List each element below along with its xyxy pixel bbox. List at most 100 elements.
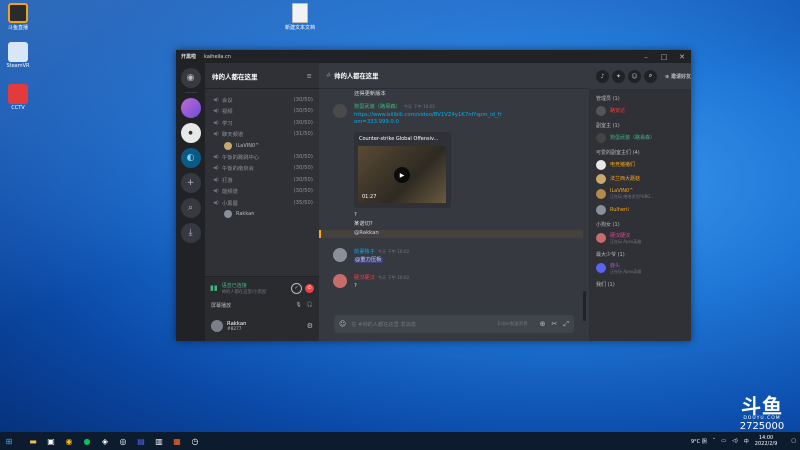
file-explorer-icon[interactable]: ▬ bbox=[24, 432, 42, 450]
expand-icon[interactable]: ⤢ bbox=[563, 320, 569, 329]
cctv-app-icon bbox=[8, 84, 28, 104]
menu-icon[interactable]: ≡ bbox=[307, 72, 312, 80]
chevron-up-icon[interactable]: ˄ bbox=[713, 438, 716, 444]
channel-name: 午饭的跳跳中心 bbox=[222, 154, 260, 161]
add-icon[interactable]: ⊕ bbox=[540, 320, 546, 328]
add-server-icon[interactable]: + bbox=[180, 173, 201, 193]
member-name: 狗蛋武装（路易森） bbox=[610, 135, 656, 141]
member-item[interactable]: 路安达 bbox=[589, 105, 691, 116]
steam-icon[interactable]: ◎ bbox=[114, 432, 132, 450]
server-icon[interactable]: ● bbox=[180, 123, 201, 143]
pin-icon[interactable]: ✦ bbox=[612, 69, 626, 83]
app-icon[interactable]: ▥ bbox=[150, 432, 168, 450]
channel-count: (30/50) bbox=[293, 176, 313, 183]
weather-text[interactable]: 9°C 阴 bbox=[691, 438, 707, 445]
channel-item[interactable]: ◀) 打游 (30/50) bbox=[205, 174, 319, 186]
avatar[interactable] bbox=[333, 274, 347, 288]
channel-item[interactable]: ◀) 会议 (30/50) bbox=[205, 94, 319, 106]
clock-app-icon[interactable]: ◷ bbox=[186, 432, 204, 450]
message-author[interactable]: 硬汉硬汉 bbox=[354, 275, 375, 281]
mention[interactable]: @重力压板 bbox=[354, 256, 383, 263]
mic-icon[interactable]: 🎙 bbox=[295, 302, 301, 308]
video-thumbnail[interactable]: ▶ 01:27 bbox=[358, 146, 446, 203]
douyu-taskbar-icon[interactable]: ▦ bbox=[168, 432, 186, 450]
invite-button[interactable]: ⊕ 邀请好友 bbox=[665, 73, 691, 80]
avatar[interactable] bbox=[333, 248, 347, 262]
member-item[interactable]: 鹿头 正在玩 Apex英雄 bbox=[589, 261, 691, 275]
desktop-icon-steamvr[interactable]: SteamVR bbox=[3, 42, 33, 69]
channel-name: 会议 bbox=[222, 97, 233, 104]
channel-item[interactable]: ◀) 聊天频道 (31/50) bbox=[205, 129, 319, 141]
channel-name: 小黑屋 bbox=[222, 200, 238, 207]
message-composer[interactable]: ☺ 在 #帅的人都在这里 发消息 Enter发送消息 ⊕ ✂ ⤢ bbox=[334, 315, 574, 333]
minimize-icon[interactable]: – bbox=[637, 53, 655, 61]
desktop-icon-douyu[interactable]: 斗鱼直播 bbox=[3, 3, 33, 31]
start-icon[interactable]: ⊞ bbox=[0, 432, 18, 450]
member-item[interactable]: 电竞猪猪们 bbox=[589, 159, 691, 170]
voice-detail: 帅的人都在这里/小黑屋 bbox=[221, 289, 267, 295]
avatar[interactable] bbox=[211, 320, 223, 332]
language-indicator[interactable]: 中 bbox=[744, 438, 749, 445]
member-item[interactable]: 狗蛋武装（路易森） bbox=[589, 132, 691, 143]
app-icon[interactable]: ◈ bbox=[96, 432, 114, 450]
explore-icon[interactable]: ⌕ bbox=[180, 198, 201, 218]
noise-suppress-icon[interactable]: ✓ bbox=[291, 282, 302, 294]
channel-count: (30/50) bbox=[293, 188, 313, 195]
window-titlebar[interactable]: 开黑啦 kaiheila.cn – □ ✕ bbox=[176, 50, 691, 63]
avatar[interactable] bbox=[333, 104, 347, 118]
chrome-icon[interactable]: ◉ bbox=[60, 432, 78, 450]
speaker-icon: ◀) bbox=[213, 153, 219, 160]
voice-status: 语音已连接 bbox=[221, 282, 247, 289]
channel-item[interactable]: ◀) 午饭的跳跳中心 (30/50) bbox=[205, 151, 319, 163]
member-item[interactable]: 硬汉硬汉 正在玩 Apex英雄 bbox=[589, 231, 691, 245]
screen-share-row[interactable]: 屏幕播放 🎙 🎧 bbox=[205, 299, 319, 311]
message-author[interactable]: 前妻独子 bbox=[354, 249, 375, 255]
server-icon-active[interactable] bbox=[180, 98, 201, 118]
download-icon[interactable]: ⤓ bbox=[180, 223, 201, 243]
server-icon[interactable]: ◐ bbox=[180, 148, 201, 168]
taskbar-clock[interactable]: 14:00 2022/2/9 bbox=[755, 435, 777, 447]
embed-title[interactable]: Counter-strike Global Offensiv... bbox=[354, 132, 451, 144]
member-item[interactable]: Rulherii bbox=[589, 204, 691, 215]
channel-item[interactable]: ◀) 视频 (30/50) bbox=[205, 106, 319, 118]
network-icon[interactable]: ▭ bbox=[721, 438, 726, 444]
chat-message-highlighted: @Rakkan bbox=[319, 230, 583, 238]
member-name: Rulherii bbox=[610, 206, 629, 213]
headphones-icon[interactable]: 🎧 bbox=[307, 302, 313, 308]
voice-member[interactable]: ILaVIN0^ bbox=[205, 140, 319, 151]
channel-count: (30/50) bbox=[293, 165, 313, 172]
bell-icon[interactable]: ♪ bbox=[596, 69, 610, 83]
kaiheila-taskbar-icon[interactable]: ▤ bbox=[132, 432, 150, 450]
search-icon[interactable]: ⌕ bbox=[644, 69, 658, 83]
message-link[interactable]: https://www.bilibili.com/video/BV1VZ4y1K… bbox=[319, 112, 504, 127]
emoji-icon[interactable]: ☺ bbox=[339, 320, 346, 328]
close-icon[interactable]: ✕ bbox=[673, 53, 691, 61]
volume-icon[interactable]: ◁) bbox=[732, 438, 738, 444]
server-header[interactable]: 帅的人都在这里 ≡ bbox=[205, 63, 319, 89]
chat-scrollbar[interactable] bbox=[583, 291, 586, 321]
message-author[interactable]: 狗蛋武装（路易森） bbox=[354, 104, 401, 110]
channel-item[interactable]: ◀) 小黑屋 (35/50) bbox=[205, 197, 319, 209]
scissors-icon[interactable]: ✂ bbox=[552, 320, 558, 328]
app-icon[interactable]: ▣ bbox=[42, 432, 60, 450]
composer-placeholder[interactable]: 在 #帅的人都在这里 发消息 bbox=[351, 321, 416, 328]
desktop-icon-cctv[interactable]: CCTV bbox=[3, 84, 33, 111]
video-embed[interactable]: Counter-strike Global Offensiv... ▶ 01:2… bbox=[354, 132, 451, 208]
play-icon[interactable]: ▶ bbox=[394, 167, 410, 183]
wechat-icon[interactable]: ● bbox=[78, 432, 96, 450]
notification-icon[interactable]: ▢ bbox=[791, 438, 796, 444]
channel-item[interactable]: ◀) 能频道 (30/50) bbox=[205, 186, 319, 198]
channel-item[interactable]: ◀) 学习 (30/50) bbox=[205, 117, 319, 129]
member-item[interactable]: ILaVIN0^ 正在玩 绝地求生PUBG... bbox=[589, 187, 691, 201]
members-icon[interactable]: ☺ bbox=[628, 69, 642, 83]
chat-message: 狗蛋武装（路易森） 今天 下午 16:01 https://www.bilibil… bbox=[319, 103, 583, 127]
desktop-file-text[interactable]: 新建文本文档 bbox=[285, 3, 315, 31]
channel-item[interactable]: ◀) 午饭的南京会 (30/50) bbox=[205, 163, 319, 175]
gear-icon[interactable]: ⚙ bbox=[307, 322, 313, 330]
home-icon[interactable]: ◉ bbox=[180, 68, 201, 88]
disconnect-icon[interactable]: ✆ bbox=[305, 283, 314, 293]
maximize-icon[interactable]: □ bbox=[655, 53, 673, 61]
voice-member[interactable]: Rakkan bbox=[205, 209, 319, 220]
channel-count: (30/50) bbox=[293, 119, 313, 126]
member-item[interactable]: 法兰西大蘑菇 bbox=[589, 173, 691, 184]
